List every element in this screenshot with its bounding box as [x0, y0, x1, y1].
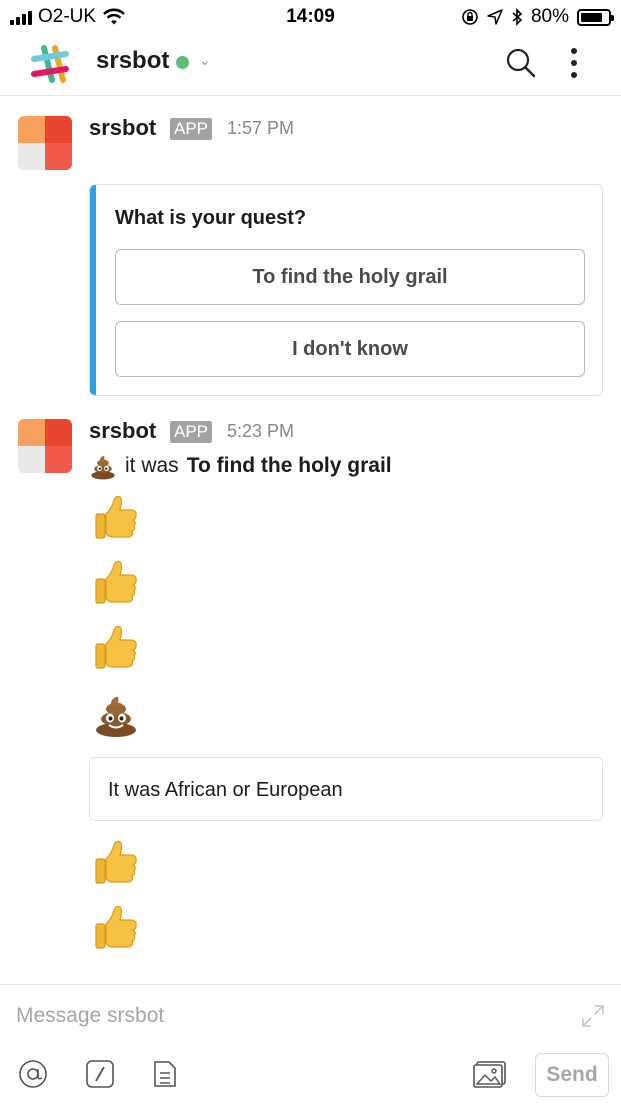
- thumbs-up-emoji-icon: [95, 625, 137, 669]
- message-text-prefix: it was: [125, 454, 179, 477]
- avatar[interactable]: [18, 419, 72, 473]
- message-text-bold: To find the holy grail: [186, 454, 392, 477]
- thumbs-up-emoji-icon: [95, 560, 137, 604]
- orientation-lock-icon: [462, 9, 478, 25]
- avatar[interactable]: [18, 116, 72, 170]
- thumbs-up-emoji-icon: [95, 840, 137, 884]
- bluetooth-icon: [512, 8, 523, 26]
- answer-button-dont-know[interactable]: I don't know: [115, 321, 585, 377]
- expand-icon[interactable]: [580, 1003, 606, 1029]
- app-badge: APP: [170, 118, 213, 140]
- send-button[interactable]: Send: [535, 1053, 609, 1097]
- slack-logo-icon[interactable]: [28, 42, 72, 86]
- channel-title[interactable]: srsbot: [96, 47, 169, 75]
- status-bar: O2-UK 14:09 80%: [0, 0, 621, 34]
- message-timestamp: 1:57 PM: [227, 118, 295, 138]
- poop-emoji-icon: [91, 455, 115, 480]
- thumbs-up-emoji-icon: [95, 905, 137, 949]
- message-author[interactable]: srsbot: [89, 115, 156, 141]
- thumbs-up-emoji-icon: [95, 495, 137, 539]
- slash-command-icon[interactable]: [85, 1059, 115, 1089]
- attachment-accent-bar: [90, 185, 96, 395]
- message-input[interactable]: [16, 999, 556, 1033]
- more-vertical-icon[interactable]: [562, 46, 586, 80]
- snippet-icon[interactable]: [150, 1059, 180, 1089]
- app-badge: APP: [170, 421, 213, 443]
- quoted-message: It was African or European: [89, 757, 603, 821]
- search-icon[interactable]: [505, 47, 537, 79]
- location-icon: [487, 9, 503, 25]
- chevron-down-icon[interactable]: ⌄: [199, 52, 211, 69]
- presence-indicator: [176, 56, 189, 69]
- message-composer: Send: [0, 984, 621, 1104]
- message-attachment: What is your quest? To find the holy gra…: [89, 184, 603, 396]
- message-timestamp: 5:23 PM: [227, 421, 295, 441]
- battery-percent: 80%: [530, 6, 569, 27]
- message-text: it was To find the holy grail: [89, 452, 392, 480]
- channel-header: srsbot ⌄: [0, 34, 621, 96]
- message-author[interactable]: srsbot: [89, 418, 156, 444]
- image-icon[interactable]: [472, 1059, 508, 1089]
- battery-icon: [577, 8, 614, 26]
- at-sign-icon[interactable]: [18, 1059, 48, 1089]
- answer-button-holy-grail[interactable]: To find the holy grail: [115, 249, 585, 305]
- attachment-question: What is your quest?: [115, 207, 307, 229]
- poop-emoji-icon: [96, 696, 136, 737]
